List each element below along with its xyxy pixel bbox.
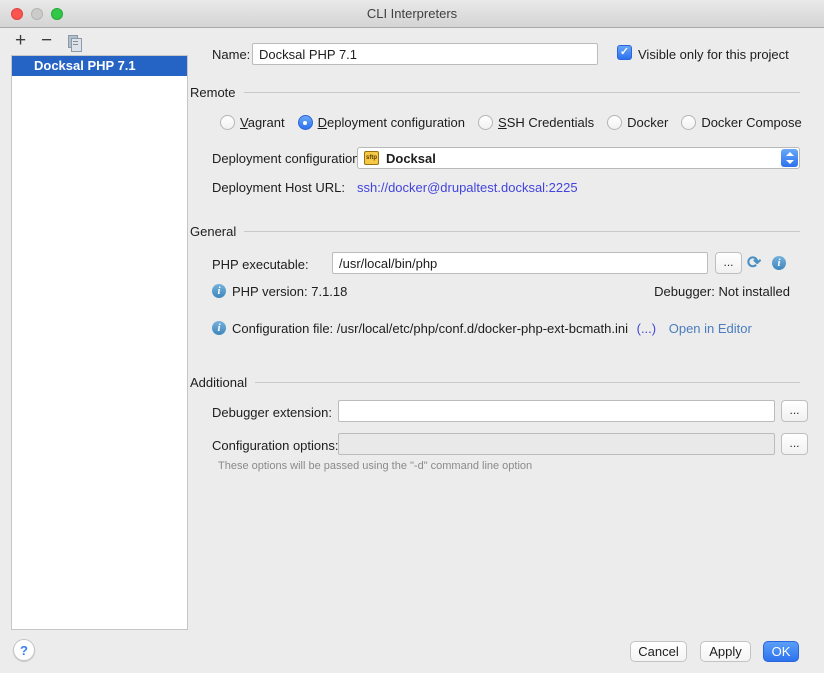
config-file-text: Configuration file: /usr/local/etc/php/c… [232,321,628,336]
apply-button[interactable]: Apply [700,641,751,662]
config-file-more-link[interactable]: (...) [637,321,657,336]
additional-section-divider [255,382,800,383]
radio-docker-label: Docker [627,115,668,130]
radio-docker-icon[interactable] [607,115,622,130]
debugger-status-text: Debugger: Not installed [654,284,790,299]
name-label: Name: [212,47,250,62]
configuration-options-label: Configuration options: [212,438,338,453]
additional-section-label: Additional [190,375,247,390]
reload-phpinfo-icon[interactable]: ⟳ [747,253,761,273]
remote-type-radio-group: Vagrant Deployment configuration SSH Cre… [220,115,802,130]
combo-stepper-icon[interactable] [781,149,798,167]
debugger-extension-browse-button[interactable]: ... [781,400,808,422]
radio-deployment-configuration-label: Deployment configuration [318,115,465,130]
remote-section-label: Remote [190,85,236,100]
radio-docker-compose-label: Docker Compose [701,115,801,130]
ok-button[interactable]: OK [763,641,799,662]
radio-ssh-credentials[interactable]: SSH Credentials [478,115,594,130]
php-executable-browse-button[interactable]: ... [715,252,742,274]
additional-section-header: Additional [190,373,800,391]
remote-section-divider [244,92,800,93]
deployment-config-label: Deployment configuration: [212,151,363,166]
php-executable-label: PHP executable: [212,257,309,272]
general-section-header: General [190,222,800,240]
add-interpreter-icon[interactable]: + [15,30,26,52]
sftp-icon: sftp [364,151,379,165]
remote-section-header: Remote [190,83,800,101]
radio-vagrant[interactable]: Vagrant [220,115,285,130]
radio-docker[interactable]: Docker [607,115,668,130]
debugger-extension-input[interactable] [338,400,775,422]
radio-docker-compose[interactable]: Docker Compose [681,115,801,130]
debugger-extension-label: Debugger extension: [212,405,332,420]
deployment-config-value: Docksal [386,151,436,166]
general-section-divider [244,231,800,232]
radio-ssh-credentials-label: SSH Credentials [498,115,594,130]
radio-deployment-configuration-icon[interactable] [298,115,313,130]
window-title: CLI Interpreters [0,6,824,21]
radio-vagrant-icon[interactable] [220,115,235,130]
help-button[interactable]: ? [13,639,35,661]
php-executable-input[interactable] [332,252,708,274]
show-phpinfo-icon[interactable]: i [772,256,786,270]
deployment-host-label: Deployment Host URL: [212,180,345,195]
cancel-button[interactable]: Cancel [630,641,687,662]
config-file-info-icon: i [212,321,226,335]
duplicate-interpreter-icon[interactable] [68,35,78,48]
cli-interpreters-dialog: { "window": { "title": "CLI Interpreters… [0,0,824,673]
configuration-options-browse-button[interactable]: ... [781,433,808,455]
radio-docker-compose-icon[interactable] [681,115,696,130]
php-version-text: PHP version: 7.1.18 [232,284,347,299]
config-file-row: Configuration file: /usr/local/etc/php/c… [232,321,752,336]
interpreter-settings-panel: Name: ✓ Visible only for this project Re… [188,28,824,630]
name-input[interactable] [252,43,598,65]
radio-ssh-credentials-icon[interactable] [478,115,493,130]
deployment-host-url-link[interactable]: ssh://docker@drupaltest.docksal:2225 [357,180,578,195]
remove-interpreter-icon[interactable]: − [41,30,52,52]
interpreter-list: Docksal PHP 7.1 [11,55,188,630]
open-in-editor-link[interactable]: Open in Editor [669,321,752,336]
deployment-config-select[interactable]: sftp Docksal [357,147,800,169]
title-bar: CLI Interpreters [0,0,824,28]
visible-project-label: Visible only for this project [638,47,789,62]
radio-vagrant-label: Vagrant [240,115,285,130]
configuration-options-input[interactable] [338,433,775,455]
visible-project-checkbox[interactable]: ✓ [617,45,632,60]
php-version-info-icon: i [212,284,226,298]
general-section-label: General [190,224,236,239]
list-item-docksal-php[interactable]: Docksal PHP 7.1 [12,56,187,76]
interpreter-list-toolbar: + − [0,28,188,55]
options-hint-text: These options will be passed using the "… [218,460,532,472]
radio-deployment-configuration[interactable]: Deployment configuration [298,115,465,130]
